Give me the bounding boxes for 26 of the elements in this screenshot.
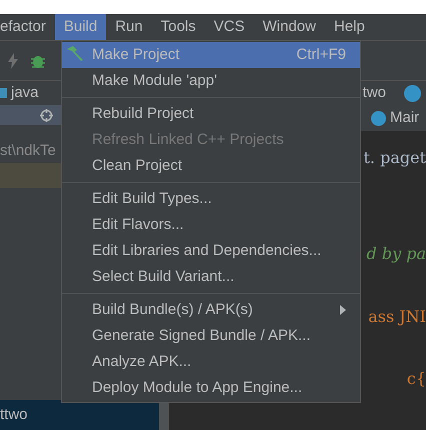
menu-bar-item[interactable]: efactor [0, 14, 55, 40]
menu-item[interactable]: Analyze APK... [62, 349, 360, 375]
menu-item[interactable]: Rebuild Project [62, 101, 360, 127]
menu-item[interactable]: Edit Libraries and Dependencies... [62, 238, 360, 264]
code-text: c{ [406, 368, 426, 390]
menu-item[interactable]: Generate Signed Bundle / APK... [62, 323, 360, 349]
tree-item[interactable]: ttwo [0, 400, 160, 430]
menu-bar-item[interactable]: Tools [152, 14, 205, 40]
menu-item[interactable]: Select Build Variant... [62, 264, 360, 290]
menu-bar-item[interactable]: VCS [204, 14, 254, 40]
project-path: st\ndkTe [0, 141, 57, 161]
menu-item[interactable]: Build Bundle(s) / APK(s) [62, 297, 360, 323]
menu-item[interactable]: Make Module 'app' [62, 68, 360, 94]
code-text: t. paget [363, 147, 426, 169]
editor-tab[interactable]: Mair [390, 106, 426, 130]
menu-item[interactable]: Clean Project [62, 153, 360, 179]
breadcrumb-item[interactable]: java [11, 82, 39, 104]
menu-item[interactable]: Edit Build Types... [62, 186, 360, 212]
code-text: ass JNI [368, 306, 426, 328]
menu-bar-item[interactable]: Run [106, 14, 152, 40]
breadcrumb-item[interactable]: two [362, 82, 386, 104]
menu-bar-item[interactable]: Window [254, 14, 325, 40]
menu-bar-item[interactable]: Help [324, 14, 374, 40]
menu-item[interactable]: Deploy Module to App Engine... [62, 375, 360, 401]
menu-item[interactable]: Edit Flavors... [62, 212, 360, 238]
code-text: d by pa [366, 243, 426, 265]
